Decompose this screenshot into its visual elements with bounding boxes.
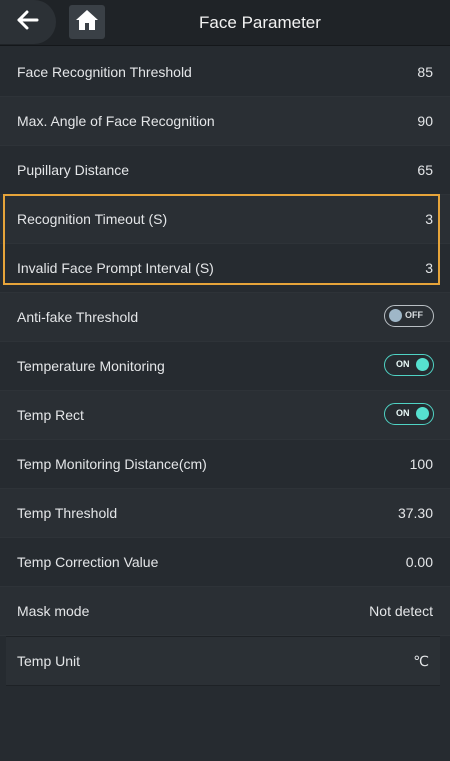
row-label: Temp Rect bbox=[17, 407, 84, 423]
row-value: Not detect bbox=[369, 603, 433, 619]
row-label: Mask mode bbox=[17, 603, 90, 619]
row-temp-rect: Temp Rect ON bbox=[0, 391, 450, 440]
toggle-knob bbox=[416, 358, 429, 371]
row-label: Pupillary Distance bbox=[17, 162, 130, 178]
anti-fake-toggle[interactable]: OFF bbox=[384, 305, 434, 327]
home-icon bbox=[75, 9, 99, 36]
row-label: Temp Monitoring Distance(cm) bbox=[17, 456, 207, 472]
row-value: 85 bbox=[417, 64, 433, 80]
parameter-list: Face Recognition Threshold 85 Max. Angle… bbox=[0, 48, 450, 686]
row-temp-correction-value[interactable]: Temp Correction Value 0.00 bbox=[0, 538, 450, 587]
row-temp-unit[interactable]: Temp Unit ℃ bbox=[6, 636, 440, 686]
row-invalid-face-prompt-interval[interactable]: Invalid Face Prompt Interval (S) 3 bbox=[0, 244, 450, 293]
row-label: Temp Correction Value bbox=[17, 554, 159, 570]
row-value: 0.00 bbox=[405, 554, 433, 570]
row-face-recognition-threshold[interactable]: Face Recognition Threshold 85 bbox=[0, 48, 450, 97]
row-value: 37.30 bbox=[397, 505, 433, 521]
row-value: 3 bbox=[425, 211, 433, 227]
row-temp-monitoring-distance[interactable]: Temp Monitoring Distance(cm) 100 bbox=[0, 440, 450, 489]
toggle-knob bbox=[389, 309, 402, 322]
row-label: Recognition Timeout (S) bbox=[17, 211, 168, 227]
arrow-left-icon bbox=[16, 10, 40, 35]
home-button[interactable] bbox=[69, 5, 105, 39]
row-label: Face Recognition Threshold bbox=[17, 64, 192, 80]
row-value: 90 bbox=[417, 113, 433, 129]
toggle-state: ON bbox=[396, 359, 410, 369]
row-label: Temp Unit bbox=[17, 653, 81, 669]
back-button[interactable] bbox=[0, 0, 56, 44]
row-label: Anti-fake Threshold bbox=[17, 309, 139, 325]
header-bar: Face Parameter bbox=[0, 0, 450, 46]
row-max-angle[interactable]: Max. Angle of Face Recognition 90 bbox=[0, 97, 450, 146]
row-temp-threshold[interactable]: Temp Threshold 37.30 bbox=[0, 489, 450, 538]
row-value: ℃ bbox=[413, 653, 429, 669]
page-title: Face Parameter bbox=[199, 13, 321, 32]
row-label: Temperature Monitoring bbox=[17, 358, 165, 374]
row-anti-fake-threshold: Anti-fake Threshold OFF bbox=[0, 293, 450, 342]
row-label: Invalid Face Prompt Interval (S) bbox=[17, 260, 214, 276]
toggle-state: ON bbox=[396, 408, 410, 418]
toggle-knob bbox=[416, 407, 429, 420]
temperature-monitoring-toggle[interactable]: ON bbox=[384, 354, 434, 376]
row-recognition-timeout[interactable]: Recognition Timeout (S) 3 bbox=[0, 195, 450, 244]
row-value: 65 bbox=[417, 162, 433, 178]
row-label: Temp Threshold bbox=[17, 505, 118, 521]
row-temperature-monitoring: Temperature Monitoring ON bbox=[0, 342, 450, 391]
face-parameter-screen: Face Parameter Face Recognition Threshol… bbox=[0, 0, 450, 761]
row-value: 100 bbox=[409, 456, 433, 472]
toggle-state: OFF bbox=[405, 310, 423, 320]
row-label: Max. Angle of Face Recognition bbox=[17, 113, 215, 129]
temp-rect-toggle[interactable]: ON bbox=[384, 403, 434, 425]
row-value: 3 bbox=[425, 260, 433, 276]
row-mask-mode[interactable]: Mask mode Not detect bbox=[0, 587, 450, 636]
row-pupillary-distance[interactable]: Pupillary Distance 65 bbox=[0, 146, 450, 195]
